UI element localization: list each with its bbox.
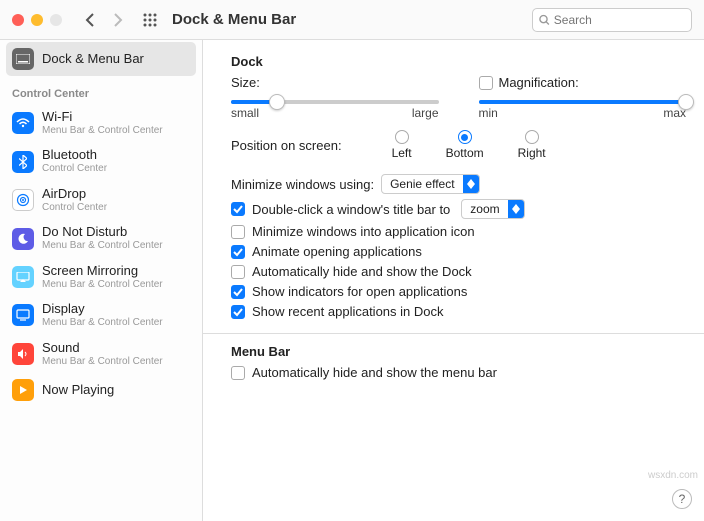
forward-button[interactable]: [106, 8, 130, 32]
close-icon[interactable]: [12, 14, 24, 26]
indicators-label: Show indicators for open applications: [252, 284, 467, 299]
sidebar-item-label: AirDrop: [42, 187, 107, 202]
dock-section-heading: Dock: [231, 54, 686, 69]
sidebar-section-header: Control Center: [0, 78, 202, 104]
recent-apps-label: Show recent applications in Dock: [252, 304, 444, 319]
zoom-icon[interactable]: [50, 14, 62, 26]
position-bottom-label: Bottom: [446, 146, 484, 160]
dock-menubar-icon: [12, 48, 34, 70]
sidebar-item-dnd[interactable]: Do Not DisturbMenu Bar & Control Center: [0, 219, 202, 257]
sidebar-item-sublabel: Menu Bar & Control Center: [42, 240, 163, 252]
sidebar-item-label: Now Playing: [42, 383, 114, 398]
select-arrows-icon: [463, 175, 479, 193]
magnification-slider-knob[interactable]: [678, 94, 694, 110]
wifi-icon: [12, 112, 34, 134]
size-min-label: small: [231, 106, 259, 120]
sidebar-item-airdrop[interactable]: AirDropControl Center: [0, 181, 202, 219]
sidebar-item-wifi[interactable]: Wi-FiMenu Bar & Control Center: [0, 104, 202, 142]
magnification-slider[interactable]: [479, 100, 687, 104]
back-button[interactable]: [78, 8, 102, 32]
toolbar: Dock & Menu Bar: [0, 0, 704, 40]
sidebar-item-label: Wi-Fi: [42, 110, 163, 125]
doubleclick-checkbox[interactable]: [231, 202, 245, 216]
sidebar: Dock & Menu Bar Control Center Wi-FiMenu…: [0, 40, 203, 521]
minimize-effect-select[interactable]: Genie effect: [381, 174, 480, 194]
indicators-checkbox[interactable]: [231, 285, 245, 299]
position-bottom-option[interactable]: Bottom: [446, 130, 484, 160]
radio-icon: [525, 130, 539, 144]
sidebar-item-label: Dock & Menu Bar: [42, 52, 144, 67]
autohide-menubar-checkbox[interactable]: [231, 366, 245, 380]
minimize-effect-value: Genie effect: [382, 177, 463, 191]
size-slider-knob[interactable]: [269, 94, 285, 110]
size-slider[interactable]: [231, 100, 439, 104]
magnification-label: Magnification:: [499, 75, 579, 90]
sidebar-item-now-playing[interactable]: Now Playing: [0, 373, 202, 407]
doubleclick-action-select[interactable]: zoom: [461, 199, 524, 219]
sidebar-item-label: Bluetooth: [42, 148, 107, 163]
radio-icon: [395, 130, 409, 144]
window-controls: [12, 14, 62, 26]
position-left-label: Left: [392, 146, 412, 160]
sidebar-item-sublabel: Control Center: [42, 202, 107, 214]
position-left-option[interactable]: Left: [392, 130, 412, 160]
sidebar-item-bluetooth[interactable]: BluetoothControl Center: [0, 142, 202, 180]
position-right-option[interactable]: Right: [518, 130, 546, 160]
main-pane: Dock Size: small large Magnification:: [203, 40, 704, 521]
sidebar-item-label: Display: [42, 302, 163, 317]
minimize-into-icon-checkbox[interactable]: [231, 225, 245, 239]
watermark: wsxdn.com: [648, 470, 698, 481]
minimize-into-icon-label: Minimize windows into application icon: [252, 224, 475, 239]
animate-label: Animate opening applications: [252, 244, 422, 259]
minimize-using-label: Minimize windows using:: [231, 177, 374, 192]
search-input[interactable]: [554, 13, 685, 27]
animate-checkbox[interactable]: [231, 245, 245, 259]
select-arrows-icon: [508, 200, 524, 218]
sidebar-item-screen-mirroring[interactable]: Screen MirroringMenu Bar & Control Cente…: [0, 258, 202, 296]
sidebar-item-sublabel: Menu Bar & Control Center: [42, 125, 163, 137]
autohide-dock-checkbox[interactable]: [231, 265, 245, 279]
show-all-button[interactable]: [138, 8, 162, 32]
size-max-label: large: [412, 106, 439, 120]
moon-icon: [12, 228, 34, 250]
bluetooth-icon: [12, 151, 34, 173]
sidebar-item-sublabel: Control Center: [42, 163, 107, 175]
sidebar-item-sublabel: Menu Bar & Control Center: [42, 279, 163, 291]
magnification-slider-group: Magnification: minmax: [479, 75, 687, 120]
sidebar-item-label: Do Not Disturb: [42, 225, 163, 240]
position-right-label: Right: [518, 146, 546, 160]
recent-apps-checkbox[interactable]: [231, 305, 245, 319]
doubleclick-action-value: zoom: [462, 202, 507, 216]
sidebar-item-label: Sound: [42, 341, 163, 356]
airdrop-icon: [12, 189, 34, 211]
sound-icon: [12, 343, 34, 365]
section-divider: [203, 333, 704, 334]
search-field[interactable]: [532, 8, 692, 32]
sidebar-item-dock-menu-bar[interactable]: Dock & Menu Bar: [6, 42, 196, 76]
screen-mirroring-icon: [12, 266, 34, 288]
sidebar-item-display[interactable]: DisplayMenu Bar & Control Center: [0, 296, 202, 334]
sidebar-item-sound[interactable]: SoundMenu Bar & Control Center: [0, 335, 202, 373]
menubar-section-heading: Menu Bar: [231, 344, 686, 359]
doubleclick-label: Double-click a window's title bar to: [252, 202, 450, 217]
minimize-icon[interactable]: [31, 14, 43, 26]
search-icon: [539, 14, 550, 26]
play-icon: [12, 379, 34, 401]
size-label: Size:: [231, 75, 260, 90]
size-slider-group: Size: small large: [231, 75, 439, 120]
autohide-menubar-label: Automatically hide and show the menu bar: [252, 365, 497, 380]
sidebar-item-sublabel: Menu Bar & Control Center: [42, 356, 163, 368]
magnification-checkbox[interactable]: [479, 76, 493, 90]
sidebar-item-label: Screen Mirroring: [42, 264, 163, 279]
help-button[interactable]: ?: [672, 489, 692, 509]
autohide-dock-label: Automatically hide and show the Dock: [252, 264, 472, 279]
radio-icon: [458, 130, 472, 144]
position-label: Position on screen:: [231, 138, 342, 153]
mag-min-label: min: [479, 106, 498, 120]
sidebar-item-sublabel: Menu Bar & Control Center: [42, 317, 163, 329]
window-title: Dock & Menu Bar: [172, 11, 296, 28]
display-icon: [12, 304, 34, 326]
